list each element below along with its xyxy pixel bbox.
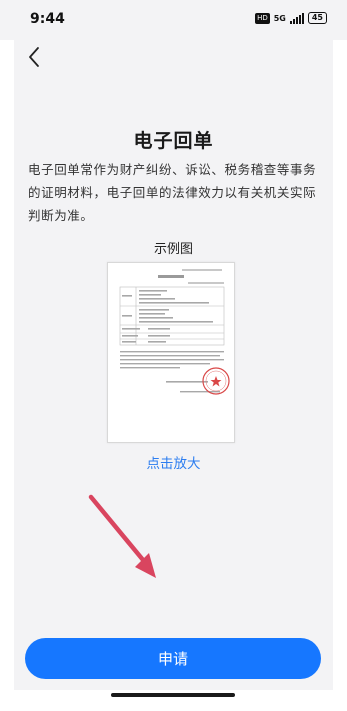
hd-badge: HD [255, 12, 270, 24]
apply-button[interactable]: 申请 [25, 638, 321, 679]
receipt-illustration [108, 263, 234, 442]
description-text: 电子回单常作为财产纠纷、诉讼、税务稽查等事务的证明材料，电子回单的法律效力以有关… [28, 162, 317, 223]
receipt-sample-image[interactable] [107, 262, 235, 443]
chevron-left-icon [29, 47, 39, 67]
zoom-link[interactable]: 点击放大 [14, 452, 333, 472]
status-bar: 9:44 HD 5G 45 [0, 0, 347, 40]
page-title: 电子回单 [133, 130, 214, 152]
status-icons: HD 5G 45 [255, 12, 327, 24]
home-indicator [111, 693, 235, 697]
battery-icon: 45 [307, 12, 327, 24]
back-button[interactable] [22, 44, 48, 70]
network-label: 5G [273, 13, 286, 23]
signal-icon [289, 12, 304, 24]
page-container: 电子回单 电子回单常作为财产纠纷、诉讼、税务稽查等事务的证明材料，电子回单的法律… [14, 40, 333, 690]
example-label: 示例图 [153, 242, 193, 257]
status-time: 9:44 [30, 11, 65, 27]
